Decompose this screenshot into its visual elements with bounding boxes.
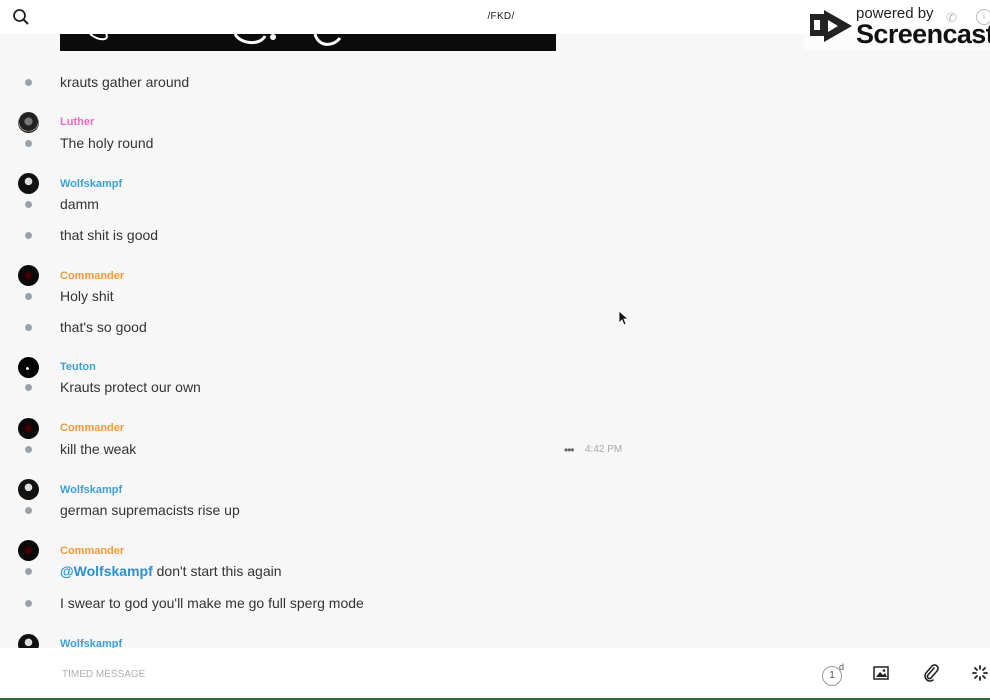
message-text: krauts gather around: [60, 74, 190, 90]
message-dot: [25, 507, 32, 514]
message-text: that shit is good: [60, 227, 159, 243]
username[interactable]: Luther: [60, 116, 94, 128]
timer-button[interactable]: 1 d: [822, 662, 845, 686]
avatar[interactable]: [18, 265, 39, 286]
loading-spinner-icon[interactable]: [972, 665, 988, 681]
avatar[interactable]: [18, 479, 39, 500]
avatar[interactable]: [18, 173, 39, 194]
message-list[interactable]: krauts gather around Luther The holy rou…: [0, 0, 990, 648]
message-dot: [25, 79, 32, 86]
avatar[interactable]: [18, 357, 39, 378]
avatar[interactable]: [18, 112, 39, 133]
timed-message-input[interactable]: [60, 663, 664, 685]
message-dot: [25, 384, 32, 391]
message-dot: [25, 324, 32, 331]
message-text-body: don't start this again: [156, 563, 282, 579]
message-text: damm: [60, 196, 99, 212]
paperclip-icon[interactable]: [923, 664, 939, 682]
message-text: I swear to god you'll make me go full sp…: [60, 595, 364, 611]
avatar[interactable]: [18, 540, 39, 561]
timer-unit: d: [839, 662, 845, 672]
message-composer: 1 d: [0, 648, 990, 698]
message-text: that's so good: [60, 319, 147, 335]
message-dot: [25, 293, 32, 300]
message-dot: [25, 201, 32, 208]
message-dot: [25, 232, 32, 239]
username[interactable]: Wolfskampf: [60, 638, 122, 648]
message-dot: [25, 446, 32, 453]
info-icon[interactable]: i: [976, 9, 990, 25]
username[interactable]: Teuton: [60, 361, 96, 373]
message-text: The holy round: [60, 135, 154, 151]
message-dot: [25, 600, 32, 607]
username[interactable]: Wolfskampf: [60, 484, 122, 496]
message-timestamp: 4:42 PM: [585, 444, 623, 455]
message-text: Krauts protect our own: [60, 379, 201, 395]
more-options-icon[interactable]: •••: [564, 443, 575, 457]
avatar[interactable]: [18, 418, 39, 439]
username[interactable]: Commander: [60, 270, 124, 282]
avatar[interactable]: [18, 634, 39, 648]
message-dot: [25, 140, 32, 147]
message-text: german supremacists rise up: [60, 502, 240, 518]
user-mention[interactable]: @Wolfskampf: [60, 563, 153, 579]
screencastify-watermark: powered by Screencastify ✆ i: [804, 2, 990, 50]
phone-icon[interactable]: ✆: [946, 10, 957, 26]
shared-image[interactable]: [60, 34, 556, 51]
username[interactable]: Wolfskampf: [60, 178, 122, 190]
username[interactable]: Commander: [60, 545, 124, 557]
message-text: Holy shit: [60, 288, 114, 304]
screencastify-logo-icon: [808, 8, 854, 44]
username[interactable]: Commander: [60, 422, 124, 434]
image-upload-icon[interactable]: [873, 666, 889, 680]
message-text: @Wolfskampf don't start this again: [60, 563, 282, 579]
message-text: kill the weak: [60, 441, 137, 457]
message-dot: [25, 568, 32, 575]
mouse-cursor-icon: [618, 310, 630, 326]
watermark-line2: Screencastify: [856, 19, 990, 49]
